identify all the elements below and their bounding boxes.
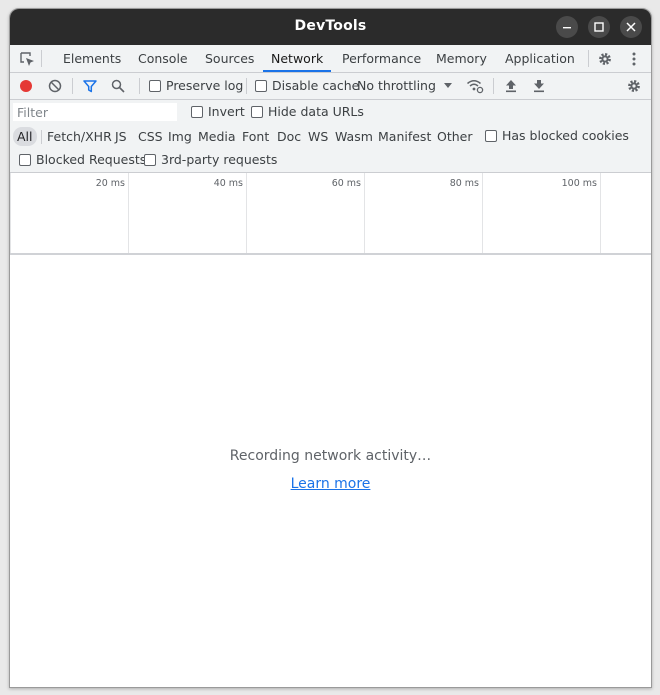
title-bar: DevTools	[10, 9, 651, 45]
disable-cache-label: Disable cache	[272, 78, 360, 93]
search-icon	[111, 79, 125, 93]
network-conditions-button[interactable]	[466, 77, 484, 95]
type-filter-wasm[interactable]: Wasm	[335, 127, 373, 146]
third-party-requests-checkbox[interactable]	[144, 154, 156, 166]
invert-checkbox[interactable]	[191, 106, 203, 118]
wifi-settings-icon	[467, 80, 484, 94]
type-filter-doc[interactable]: Doc	[277, 127, 301, 146]
divider	[588, 50, 589, 67]
dropdown-triangle-icon	[444, 83, 452, 88]
has-blocked-cookies-checkbox[interactable]	[485, 130, 497, 142]
grid-line	[10, 173, 11, 253]
divider	[493, 78, 494, 94]
gear-icon	[599, 53, 611, 65]
divider	[72, 78, 73, 94]
close-icon	[626, 22, 636, 32]
type-filter-ws[interactable]: WS	[308, 127, 328, 146]
tab-console[interactable]: Console	[138, 45, 188, 72]
filter-bar: Invert Hide data URLs All Fetch/XHR JS C…	[10, 100, 651, 173]
grid-line	[364, 173, 365, 253]
has-blocked-cookies-label: Has blocked cookies	[502, 128, 629, 143]
import-har-button[interactable]	[503, 78, 519, 94]
divider	[41, 130, 42, 144]
grid-line	[246, 173, 247, 253]
divider	[41, 50, 42, 67]
active-tab-indicator	[263, 70, 332, 72]
timeline-overview[interactable]: 20 ms 40 ms 60 ms 80 ms 100 ms	[10, 173, 651, 255]
upload-icon	[506, 80, 516, 93]
invert-label: Invert	[208, 104, 245, 119]
filter-input[interactable]	[13, 103, 177, 121]
learn-more-link[interactable]: Learn more	[291, 476, 371, 492]
devtools-window: DevTools Elements Console Sources Networ…	[9, 8, 652, 688]
kebab-menu-icon	[632, 52, 636, 66]
maximize-button[interactable]	[588, 16, 610, 38]
tab-application[interactable]: Application	[505, 45, 575, 72]
more-options-button[interactable]	[626, 50, 642, 68]
hide-data-urls-label: Hide data URLs	[268, 104, 364, 119]
grid-line	[128, 173, 129, 253]
inspect-element-button[interactable]	[18, 50, 36, 68]
type-filter-media[interactable]: Media	[198, 127, 236, 146]
throttling-select[interactable]: No throttling	[357, 78, 436, 93]
tick-label: 20 ms	[95, 178, 125, 189]
window-title: DevTools	[294, 18, 367, 34]
grid-line	[600, 173, 601, 253]
record-icon	[20, 80, 32, 92]
type-filter-all[interactable]: All	[13, 127, 37, 146]
settings-button[interactable]	[596, 50, 614, 68]
search-button[interactable]	[110, 78, 126, 94]
tab-network[interactable]: Network	[263, 45, 332, 72]
tick-label: 80 ms	[449, 178, 479, 189]
tick-label: 60 ms	[331, 178, 361, 189]
clear-button[interactable]	[47, 78, 63, 94]
blocked-requests-label: Blocked Requests	[36, 152, 147, 167]
request-list-empty-state: Recording network activity… Learn more	[10, 255, 651, 687]
tick-label: 100 ms	[561, 178, 597, 189]
type-filter-img[interactable]: Img	[168, 127, 192, 146]
maximize-icon	[594, 22, 604, 32]
third-party-requests-label: 3rd-party requests	[161, 152, 278, 167]
tab-sources[interactable]: Sources	[205, 45, 254, 72]
divider	[139, 78, 140, 94]
preserve-log-label: Preserve log	[166, 78, 244, 93]
minimize-icon	[563, 27, 571, 29]
filter-funnel-icon	[83, 80, 97, 93]
divider	[246, 78, 247, 94]
type-filter-fetch-xhr[interactable]: Fetch/XHR	[47, 127, 112, 146]
gear-icon	[628, 80, 640, 92]
grid-line	[482, 173, 483, 253]
blocked-requests-checkbox[interactable]	[19, 154, 31, 166]
network-toolbar: Preserve log Disable cache No throttling	[10, 73, 651, 100]
clear-icon	[48, 79, 62, 93]
download-icon	[534, 80, 544, 93]
preserve-log-checkbox[interactable]	[149, 80, 161, 92]
network-settings-button[interactable]	[625, 77, 643, 95]
tab-performance[interactable]: Performance	[342, 45, 421, 72]
tab-elements[interactable]: Elements	[63, 45, 121, 72]
disable-cache-checkbox[interactable]	[255, 80, 267, 92]
type-filter-other[interactable]: Other	[437, 127, 473, 146]
filter-toggle-button[interactable]	[82, 78, 98, 94]
record-button[interactable]	[18, 78, 34, 94]
hide-data-urls-checkbox[interactable]	[251, 106, 263, 118]
panel-tab-bar: Elements Console Sources Network Perform…	[10, 45, 651, 73]
close-button[interactable]	[620, 16, 642, 38]
type-filter-font[interactable]: Font	[242, 127, 269, 146]
recording-message: Recording network activity…	[229, 448, 432, 464]
tab-memory[interactable]: Memory	[436, 45, 487, 72]
type-filter-js[interactable]: JS	[115, 127, 127, 146]
minimize-button[interactable]	[556, 16, 578, 38]
inspect-cursor-icon	[20, 52, 34, 66]
export-har-button[interactable]	[531, 78, 547, 94]
type-filter-css[interactable]: CSS	[138, 127, 163, 146]
tick-label: 40 ms	[213, 178, 243, 189]
type-filter-manifest[interactable]: Manifest	[378, 127, 431, 146]
throttling-dropdown[interactable]	[442, 78, 454, 94]
